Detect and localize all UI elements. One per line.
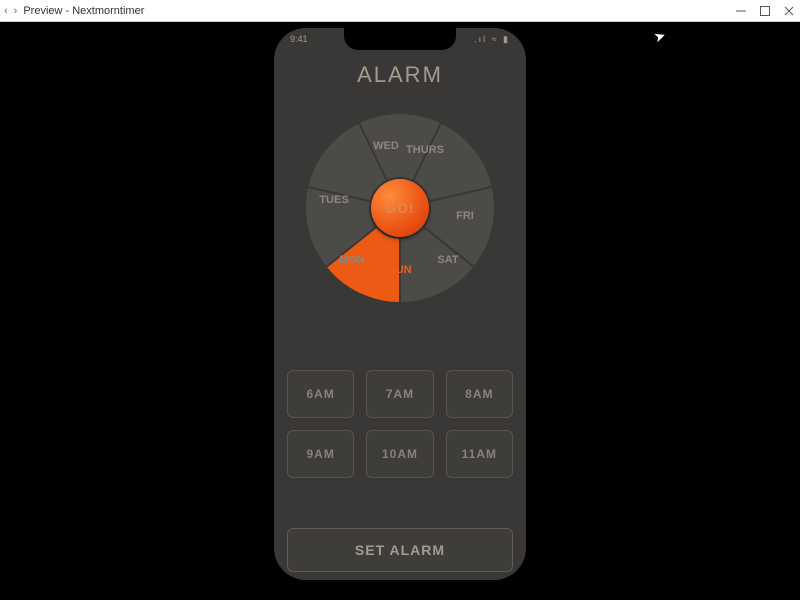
statusbar-icons: .ıl ≈ ▮ bbox=[474, 34, 510, 50]
go-button[interactable]: GO! bbox=[371, 179, 429, 237]
time-grid: 6AM 7AM 8AM 9AM 10AM 11AM bbox=[287, 370, 513, 478]
chrome-left: ‹ › Preview - Nextmorntimer bbox=[4, 5, 144, 17]
browser-chrome: ‹ › Preview - Nextmorntimer bbox=[0, 0, 800, 22]
statusbar-time: 9:41 bbox=[290, 34, 308, 50]
day-label-thurs[interactable]: THURS bbox=[406, 144, 444, 156]
device-notch bbox=[344, 28, 456, 50]
day-label-sat[interactable]: SAT bbox=[437, 254, 458, 266]
time-option-9am[interactable]: 9AM bbox=[287, 430, 354, 478]
nav-forward-icon[interactable]: › bbox=[14, 5, 18, 17]
day-label-sun[interactable]: SUN bbox=[388, 264, 411, 276]
day-label-tues[interactable]: TUES bbox=[319, 194, 348, 206]
window-maximize-icon[interactable] bbox=[758, 4, 772, 18]
window-close-icon[interactable] bbox=[782, 4, 796, 18]
window-title: Preview - Nextmorntimer bbox=[23, 5, 144, 17]
go-button-label: GO! bbox=[385, 200, 414, 216]
window-minimize-icon[interactable] bbox=[734, 4, 748, 18]
nav-back-icon[interactable]: ‹ bbox=[4, 5, 8, 17]
cursor-icon: ➤ bbox=[651, 27, 668, 47]
time-option-6am[interactable]: 6AM bbox=[287, 370, 354, 418]
chrome-right bbox=[734, 4, 796, 18]
day-label-wed[interactable]: WED bbox=[373, 140, 399, 152]
day-label-mon[interactable]: MON bbox=[339, 254, 365, 266]
day-radial-selector[interactable]: WED THURS FRI SAT SUN MON TUES GO! bbox=[300, 108, 500, 308]
phone-frame: 9:41 .ıl ≈ ▮ ALARM bbox=[274, 28, 526, 580]
set-alarm-label: SET ALARM bbox=[355, 542, 445, 558]
time-option-10am[interactable]: 10AM bbox=[366, 430, 433, 478]
preview-stage: ➤ 9:41 .ıl ≈ ▮ ALARM bbox=[0, 22, 800, 600]
set-alarm-button[interactable]: SET ALARM bbox=[287, 528, 513, 572]
time-option-11am[interactable]: 11AM bbox=[446, 430, 513, 478]
time-option-7am[interactable]: 7AM bbox=[366, 370, 433, 418]
page-title: ALARM bbox=[274, 62, 526, 88]
time-option-8am[interactable]: 8AM bbox=[446, 370, 513, 418]
day-label-fri[interactable]: FRI bbox=[456, 210, 474, 222]
